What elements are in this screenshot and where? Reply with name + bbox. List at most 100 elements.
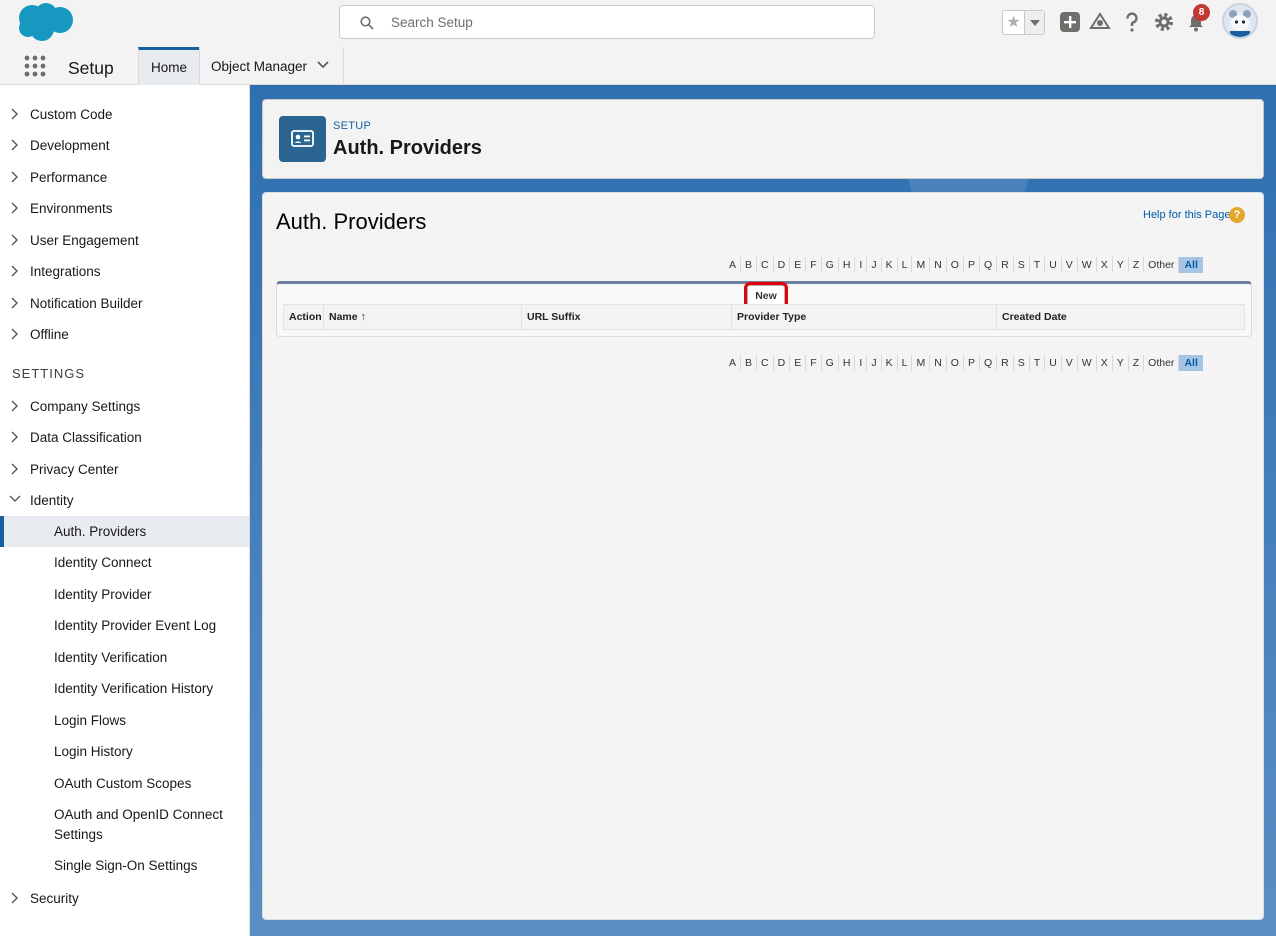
alpha-filter-c[interactable]: C xyxy=(757,355,774,371)
alpha-filter-h[interactable]: H xyxy=(839,257,856,273)
chevron-right-icon[interactable] xyxy=(11,171,19,183)
sidebar-item-oauth-custom-scopes[interactable]: OAuth Custom Scopes xyxy=(0,774,249,796)
alpha-filter-v[interactable]: V xyxy=(1062,257,1078,273)
alpha-filter-e[interactable]: E xyxy=(790,257,807,273)
salesforce-cloud-logo[interactable] xyxy=(16,2,74,42)
sidebar-item-identity-provider[interactable]: Identity Provider xyxy=(0,585,249,607)
alpha-filter-other[interactable]: Other xyxy=(1144,257,1180,273)
alpha-filter-q[interactable]: Q xyxy=(980,257,998,273)
alpha-filter-p[interactable]: P xyxy=(964,355,980,371)
column-header-provider-type[interactable]: Provider Type xyxy=(732,305,997,329)
sidebar-item-company-settings[interactable]: Company Settings xyxy=(0,397,249,417)
alpha-filter-h[interactable]: H xyxy=(839,355,856,371)
alpha-filter-l[interactable]: L xyxy=(898,355,913,371)
add-icon[interactable] xyxy=(1059,11,1081,33)
alpha-filter-n[interactable]: N xyxy=(930,257,947,273)
trailhead-icon[interactable] xyxy=(1089,11,1111,33)
alpha-filter-x[interactable]: X xyxy=(1097,257,1113,273)
alpha-filter-t[interactable]: T xyxy=(1030,257,1046,273)
sidebar-item-environments[interactable]: Environments xyxy=(0,199,249,219)
chevron-right-icon[interactable] xyxy=(11,297,19,309)
chevron-right-icon[interactable] xyxy=(11,234,19,246)
alpha-filter-b[interactable]: B xyxy=(741,355,758,371)
alpha-filter-m[interactable]: M xyxy=(912,257,931,273)
alpha-filter-p[interactable]: P xyxy=(964,257,980,273)
favorites-button[interactable]: ★ xyxy=(1002,10,1045,35)
alpha-filter-g[interactable]: G xyxy=(822,355,839,371)
alpha-filter-z[interactable]: Z xyxy=(1129,257,1145,273)
alpha-filter-f[interactable]: F xyxy=(806,355,822,371)
sidebar-item-privacy-center[interactable]: Privacy Center xyxy=(0,460,249,480)
chevron-right-icon[interactable] xyxy=(11,108,19,120)
sidebar-item-oauth-openid-connect-settings[interactable]: OAuth and OpenID Connect Settings xyxy=(0,805,249,847)
sidebar-item-identity-connect[interactable]: Identity Connect xyxy=(0,553,249,575)
sidebar-item-auth-providers[interactable]: Auth. Providers xyxy=(0,516,249,547)
chevron-right-icon[interactable] xyxy=(11,202,19,214)
alpha-filter-other[interactable]: Other xyxy=(1144,355,1180,371)
alpha-filter-e[interactable]: E xyxy=(790,355,807,371)
sidebar-item-identity-provider-event-log[interactable]: Identity Provider Event Log xyxy=(0,616,249,638)
alpha-filter-u[interactable]: U xyxy=(1045,355,1062,371)
column-header-action[interactable]: Action xyxy=(284,305,324,329)
sidebar-item-offline[interactable]: Offline xyxy=(0,325,249,345)
alpha-filter-k[interactable]: K xyxy=(882,257,898,273)
alpha-filter-g[interactable]: G xyxy=(822,257,839,273)
column-header-created-date[interactable]: Created Date xyxy=(997,305,1244,329)
alpha-filter-f[interactable]: F xyxy=(806,257,822,273)
help-question-icon[interactable]: ? xyxy=(1229,207,1245,223)
sidebar-item-login-flows[interactable]: Login Flows xyxy=(0,711,249,733)
sidebar-item-single-sign-on-settings[interactable]: Single Sign-On Settings xyxy=(0,856,249,878)
search-input[interactable]: Search Setup xyxy=(339,5,875,39)
alpha-filter-r[interactable]: R xyxy=(997,257,1014,273)
chevron-down-icon[interactable] xyxy=(317,61,329,69)
chevron-right-icon[interactable] xyxy=(11,265,19,277)
star-icon[interactable]: ★ xyxy=(1003,11,1025,34)
sidebar-item-identity-verification-history[interactable]: Identity Verification History xyxy=(0,679,249,701)
alpha-filter-all[interactable]: All xyxy=(1179,355,1203,371)
tab-object-manager[interactable]: Object Manager xyxy=(199,47,344,85)
sidebar-item-security[interactable]: Security xyxy=(0,889,249,909)
sidebar-item-notification-builder[interactable]: Notification Builder xyxy=(0,294,249,314)
avatar[interactable] xyxy=(1222,3,1258,39)
alpha-filter-c[interactable]: C xyxy=(757,257,774,273)
alpha-filter-w[interactable]: W xyxy=(1078,355,1097,371)
alpha-filter-z[interactable]: Z xyxy=(1129,355,1145,371)
alpha-filter-s[interactable]: S xyxy=(1014,355,1030,371)
help-for-page-link[interactable]: Help for this Page xyxy=(1143,209,1230,221)
alpha-filter-v[interactable]: V xyxy=(1062,355,1078,371)
sidebar-item-development[interactable]: Development xyxy=(0,136,249,156)
favorites-menu-chevron-icon[interactable] xyxy=(1025,11,1044,34)
alpha-filter-d[interactable]: D xyxy=(774,257,791,273)
alpha-filter-l[interactable]: L xyxy=(898,257,913,273)
alpha-filter-u[interactable]: U xyxy=(1045,257,1062,273)
column-header-name[interactable]: Name ↑ xyxy=(324,305,522,329)
sidebar-item-login-history[interactable]: Login History xyxy=(0,742,249,764)
alpha-filter-j[interactable]: J xyxy=(867,355,882,371)
alpha-filter-b[interactable]: B xyxy=(741,257,758,273)
alpha-filter-o[interactable]: O xyxy=(947,355,964,371)
alpha-filter-j[interactable]: J xyxy=(867,257,882,273)
sidebar-item-custom-code[interactable]: Custom Code xyxy=(0,105,249,125)
alpha-filter-o[interactable]: O xyxy=(947,257,964,273)
sidebar-item-user-engagement[interactable]: User Engagement xyxy=(0,231,249,251)
chevron-right-icon[interactable] xyxy=(11,892,19,904)
alpha-filter-a[interactable]: A xyxy=(725,257,742,273)
alpha-filter-t[interactable]: T xyxy=(1030,355,1046,371)
alpha-filter-all[interactable]: All xyxy=(1179,257,1203,273)
alpha-filter-y[interactable]: Y xyxy=(1113,355,1129,371)
sidebar-item-integrations[interactable]: Integrations xyxy=(0,262,249,282)
alpha-filter-y[interactable]: Y xyxy=(1113,257,1129,273)
chevron-right-icon[interactable] xyxy=(11,400,19,412)
chevron-right-icon[interactable] xyxy=(11,431,19,443)
sidebar-item-data-classification[interactable]: Data Classification xyxy=(0,428,249,448)
column-header-url-suffix[interactable]: URL Suffix xyxy=(522,305,732,329)
alpha-filter-k[interactable]: K xyxy=(882,355,898,371)
alpha-filter-m[interactable]: M xyxy=(912,355,931,371)
sidebar-item-identity-verification[interactable]: Identity Verification xyxy=(0,648,249,670)
alpha-filter-d[interactable]: D xyxy=(774,355,791,371)
alpha-filter-i[interactable]: I xyxy=(855,355,868,371)
sidebar-item-performance[interactable]: Performance xyxy=(0,168,249,188)
alpha-filter-w[interactable]: W xyxy=(1078,257,1097,273)
chevron-down-icon[interactable] xyxy=(9,495,21,503)
help-icon[interactable] xyxy=(1121,11,1143,33)
